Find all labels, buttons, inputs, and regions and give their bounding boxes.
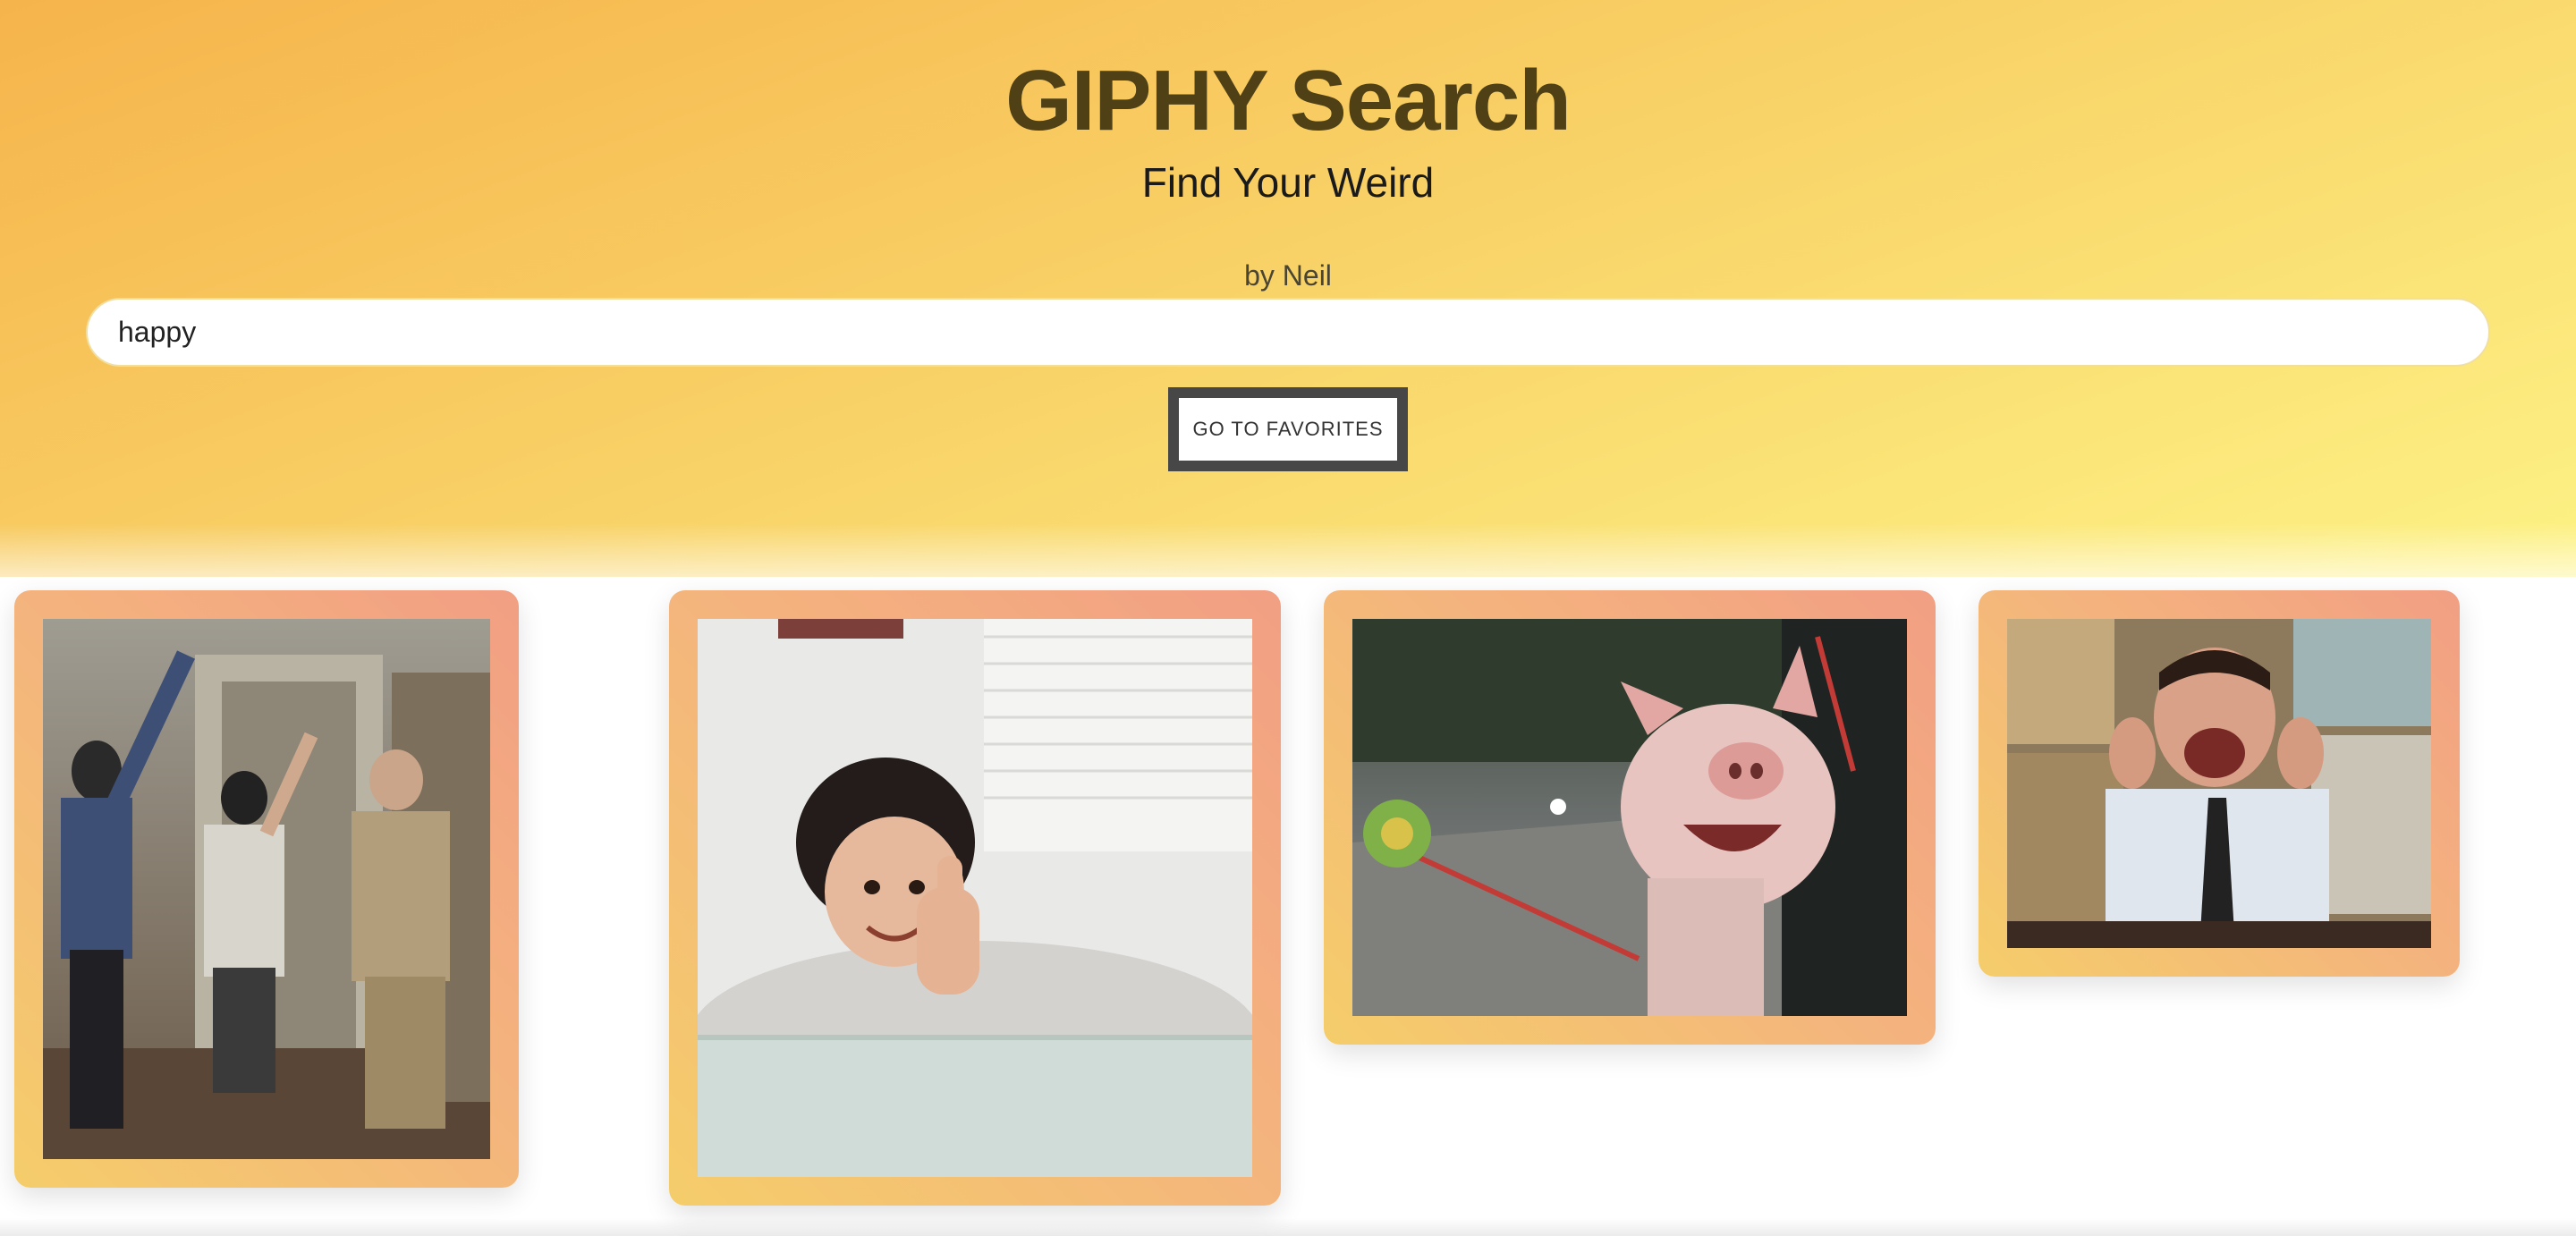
page-title: GIPHY Search <box>1005 53 1572 148</box>
gif-image[interactable] <box>1352 619 1907 1016</box>
gif-image[interactable] <box>43 619 490 1159</box>
author-byline: by Neil <box>1244 259 1332 292</box>
gif-card[interactable] <box>1324 590 1936 1045</box>
gif-card[interactable] <box>669 590 1281 1206</box>
search-input[interactable] <box>86 298 2490 367</box>
gif-card[interactable] <box>14 590 519 1188</box>
gif-image[interactable] <box>2007 619 2431 948</box>
bottom-fade <box>0 1218 2576 1236</box>
go-to-favorites-button[interactable]: GO TO FAVORITES <box>1168 387 1408 471</box>
gif-image[interactable] <box>698 619 1252 1177</box>
gif-card[interactable] <box>1979 590 2460 977</box>
header: GIPHY Search Find Your Weird by Neil GO … <box>0 0 2576 577</box>
page-subtitle: Find Your Weird <box>1141 159 1435 206</box>
